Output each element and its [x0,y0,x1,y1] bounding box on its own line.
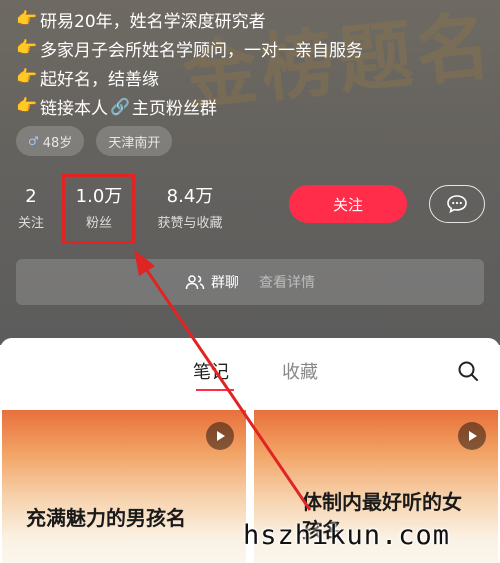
pointing-hand-icon: 👉 [16,38,38,58]
search-icon[interactable] [457,360,479,382]
gender-icon: ♂ [28,134,39,148]
bio-line: 👉 研易20年，姓名学深度研究者 [16,6,363,32]
play-icon [458,422,486,450]
link-icon: 🔗 [110,96,130,116]
bio-text: 研易20年，姓名学深度研究者 [40,11,266,32]
age-text: 48岁 [42,135,73,151]
likes-stat[interactable]: 8.4万 获赞与收藏 [150,186,230,231]
bio-line: 👉 多家月子会所姓名学顾问，一对一亲自服务 [16,35,363,61]
location-tag: 天津南开 [96,126,173,156]
bio-text: 多家月子会所姓名学顾问，一对一亲自服务 [40,40,363,61]
pointing-hand-icon: 👉 [16,96,38,116]
active-tab-indicator [196,389,234,391]
note-title: 充满魅力的男孩名 [26,506,186,530]
likes-count: 8.4万 [166,186,214,207]
following-count: 2 [25,186,37,207]
likes-label: 获赞与收藏 [157,216,223,231]
bio-line: 👉 起好名，结善缘 [16,64,363,90]
tab-notes[interactable]: 笔记 [193,358,229,384]
bio-text: 链接本人 [40,98,108,119]
annotation-highlight-box [62,174,135,244]
bio-text: 起好名，结善缘 [40,69,159,90]
age-tag: ♂ 48岁 [16,126,85,156]
following-stat[interactable]: 2 关注 [14,186,48,231]
watermark-text: hszhikun.com [243,520,451,551]
message-button[interactable] [429,185,485,223]
bio-line: 👉 链接本人 🔗 主页粉丝群 [16,93,363,119]
profile-header: 金榜题名 👉 研易20年，姓名学深度研究者 👉 多家月子会所姓名学顾问，一对一亲… [0,0,500,345]
location-text: 天津南开 [108,135,161,151]
bio: 👉 研易20年，姓名学深度研究者 👉 多家月子会所姓名学顾问，一对一亲自服务 👉… [16,6,363,122]
chat-bubble-icon [447,195,467,214]
fan-group-link[interactable]: 主页粉丝群 [132,94,217,119]
tab-favorites[interactable]: 收藏 [282,358,318,384]
pointing-hand-icon: 👉 [16,9,38,29]
note-card[interactable]: 充满魅力的男孩名 [2,410,246,563]
play-icon [206,422,234,450]
profile-tags: ♂ 48岁 天津南开 [16,126,173,156]
group-chat-label: 群聊 [211,275,239,291]
following-label: 关注 [17,216,44,231]
group-icon [185,275,205,290]
group-chat-bar[interactable]: 群聊 查看详情 [16,259,484,305]
follow-button[interactable]: 关注 [289,185,407,223]
view-details-link[interactable]: 查看详情 [259,272,315,292]
pointing-hand-icon: 👉 [16,67,38,87]
